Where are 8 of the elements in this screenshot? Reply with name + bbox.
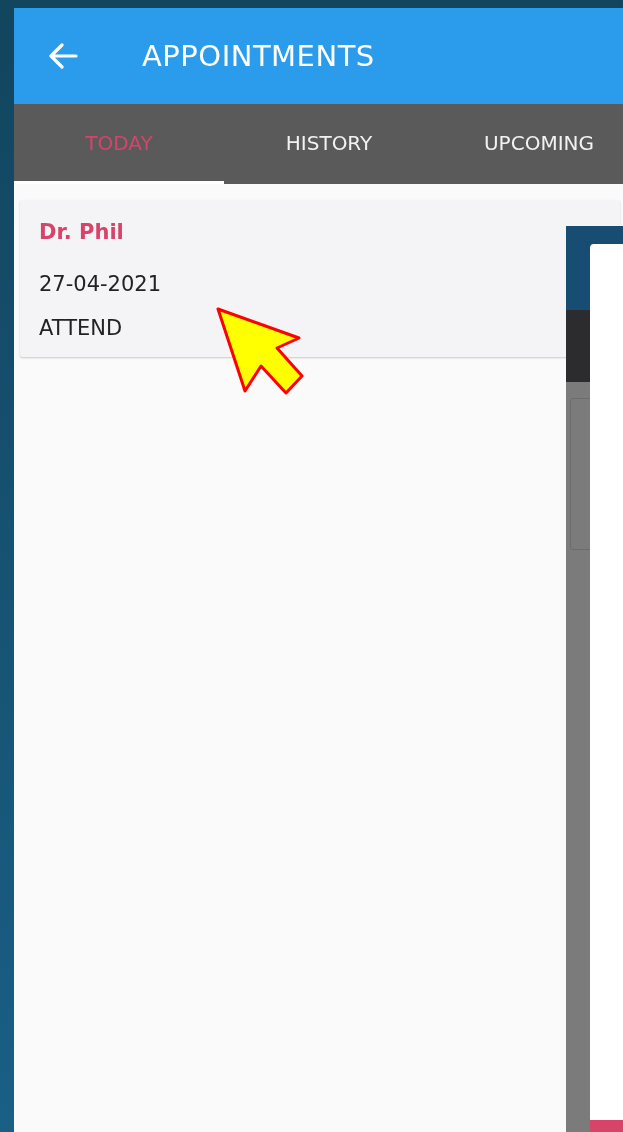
appointment-card[interactable]: Dr. Phil 27-04-2021 ATTEND [20,200,620,357]
tab[interactable]: UPCOMING [434,104,623,184]
doctor-name: Dr. Phil [39,220,125,246]
appointment-status: ATTEND [39,315,124,340]
tab[interactable]: HISTORY [224,104,434,184]
appointment-date: 27-04-2021 [39,271,163,296]
screen-title: APPOINTMENTS [142,39,375,73]
back-arrow-icon[interactable] [48,43,78,69]
